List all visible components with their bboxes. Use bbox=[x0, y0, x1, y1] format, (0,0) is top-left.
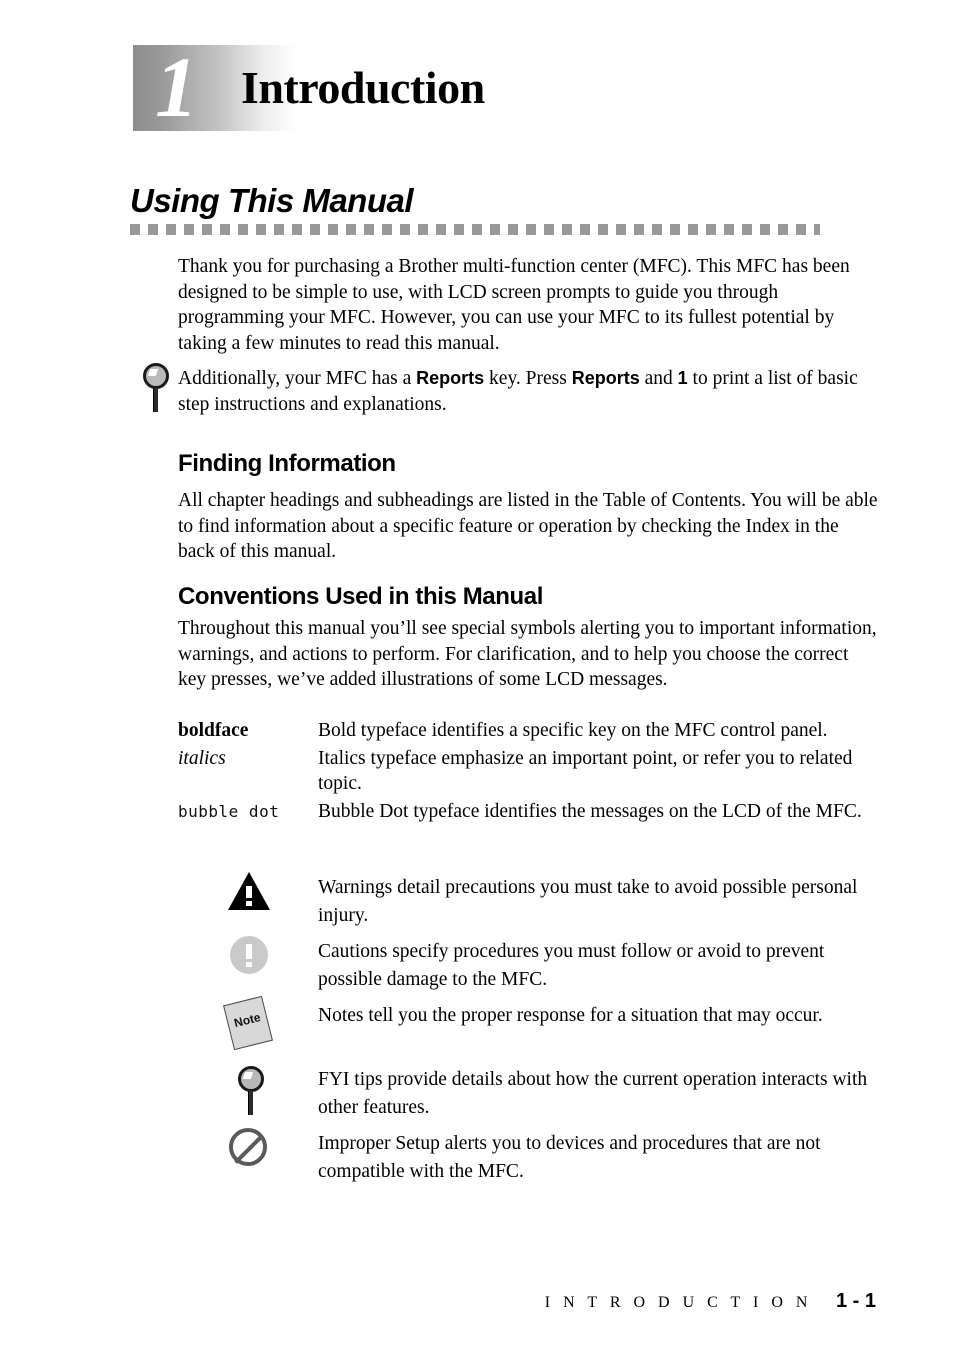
no-entry-icon bbox=[229, 1128, 267, 1166]
legend-description: Improper Setup alerts you to devices and… bbox=[318, 1133, 821, 1182]
list-item: Improper Setup alerts you to devices and… bbox=[220, 1128, 880, 1192]
page-footer: I N T R O D U C T I O N 1 - 1 bbox=[0, 1290, 954, 1313]
magnifier-handle bbox=[153, 388, 158, 412]
legend-icon-cell bbox=[220, 936, 318, 996]
legend-description: Warnings detail precautions you must tak… bbox=[318, 877, 858, 926]
list-item: Note Notes tell you the proper response … bbox=[220, 995, 880, 1064]
footer-chapter-name: I N T R O D U C T I O N bbox=[544, 1294, 812, 1311]
footer-page-number: 1 - 1 bbox=[835, 1290, 876, 1312]
reports-note-text-and: and bbox=[639, 368, 678, 389]
warning-exclamation-dot bbox=[246, 901, 252, 906]
no-entry-slash bbox=[234, 1134, 264, 1164]
reports-key-label-1: Reports bbox=[416, 368, 485, 388]
section-heading: Using This Manual bbox=[130, 182, 414, 219]
warning-exclamation-bar bbox=[246, 886, 252, 898]
convention-term: bubble dot bbox=[178, 801, 280, 821]
magnifier-lens bbox=[143, 363, 169, 389]
table-row: boldface Bold typeface identifies a spec… bbox=[178, 718, 878, 744]
intro-paragraph: Thank you for purchasing a Brother multi… bbox=[178, 256, 850, 354]
page-title: Introduction bbox=[241, 62, 485, 113]
convention-term: italics bbox=[178, 747, 226, 769]
conventions-heading: Conventions Used in this Manual bbox=[178, 583, 543, 610]
list-item: Cautions specify procedures you must fol… bbox=[220, 936, 880, 1000]
convention-description: Bubble Dot typeface identifies the messa… bbox=[318, 800, 862, 822]
chapter-header: 1 Introduction bbox=[133, 41, 833, 133]
caution-exclamation-dot bbox=[246, 962, 252, 967]
table-row: italics Italics typeface emphasize an im… bbox=[178, 746, 878, 797]
magnifier-lens bbox=[238, 1066, 264, 1092]
finding-information-heading: Finding Information bbox=[178, 450, 396, 477]
magnifier-handle bbox=[248, 1091, 253, 1115]
legend-icon-cell bbox=[220, 872, 318, 932]
legend-description: Cautions specify procedures you must fol… bbox=[318, 941, 825, 990]
magnifier-icon bbox=[141, 363, 175, 413]
caution-circle-icon bbox=[230, 936, 268, 974]
convention-description: Italics typeface emphasize an important … bbox=[318, 747, 853, 795]
list-item: Warnings detail precautions you must tak… bbox=[220, 872, 880, 936]
reports-key-label-2: Reports bbox=[571, 368, 640, 388]
legend-description: FYI tips provide details about how the c… bbox=[318, 1069, 868, 1118]
caution-exclamation-bar bbox=[246, 944, 252, 959]
legend-icon-cell bbox=[220, 1128, 318, 1188]
convention-term: boldface bbox=[178, 720, 249, 741]
reports-note-text-before: Additionally, your MFC has a bbox=[178, 368, 417, 389]
symbol-legend: Warnings detail precautions you must tak… bbox=[220, 872, 880, 1192]
finding-information-paragraph: All chapter headings and subheadings are… bbox=[178, 490, 878, 562]
section-divider bbox=[130, 224, 820, 235]
one-key-label: 1 bbox=[677, 368, 688, 388]
legend-icon-cell: Note bbox=[220, 995, 318, 1060]
reports-note-text-middle: key. Press bbox=[484, 368, 572, 389]
manual-page: 1 Introduction Using This Manual Thank y… bbox=[0, 0, 954, 1352]
legend-description: Notes tell you the proper response for a… bbox=[318, 1005, 823, 1026]
chapter-number: 1 bbox=[155, 39, 198, 135]
convention-description: Bold typeface identifies a specific key … bbox=[318, 720, 828, 741]
typography-conventions-table: boldface Bold typeface identifies a spec… bbox=[178, 718, 878, 826]
note-icon-label: Note bbox=[232, 1010, 262, 1031]
reports-note-paragraph: Additionally, your MFC has a Reports key… bbox=[178, 366, 878, 417]
table-row: bubble dot Bubble Dot typeface identifie… bbox=[178, 799, 878, 825]
magnifier-icon bbox=[236, 1066, 270, 1116]
list-item: FYI tips provide details about how the c… bbox=[220, 1064, 880, 1128]
note-paper-icon: Note bbox=[223, 995, 273, 1051]
conventions-paragraph: Throughout this manual you’ll see specia… bbox=[178, 618, 877, 690]
warning-triangle-icon bbox=[228, 872, 270, 910]
